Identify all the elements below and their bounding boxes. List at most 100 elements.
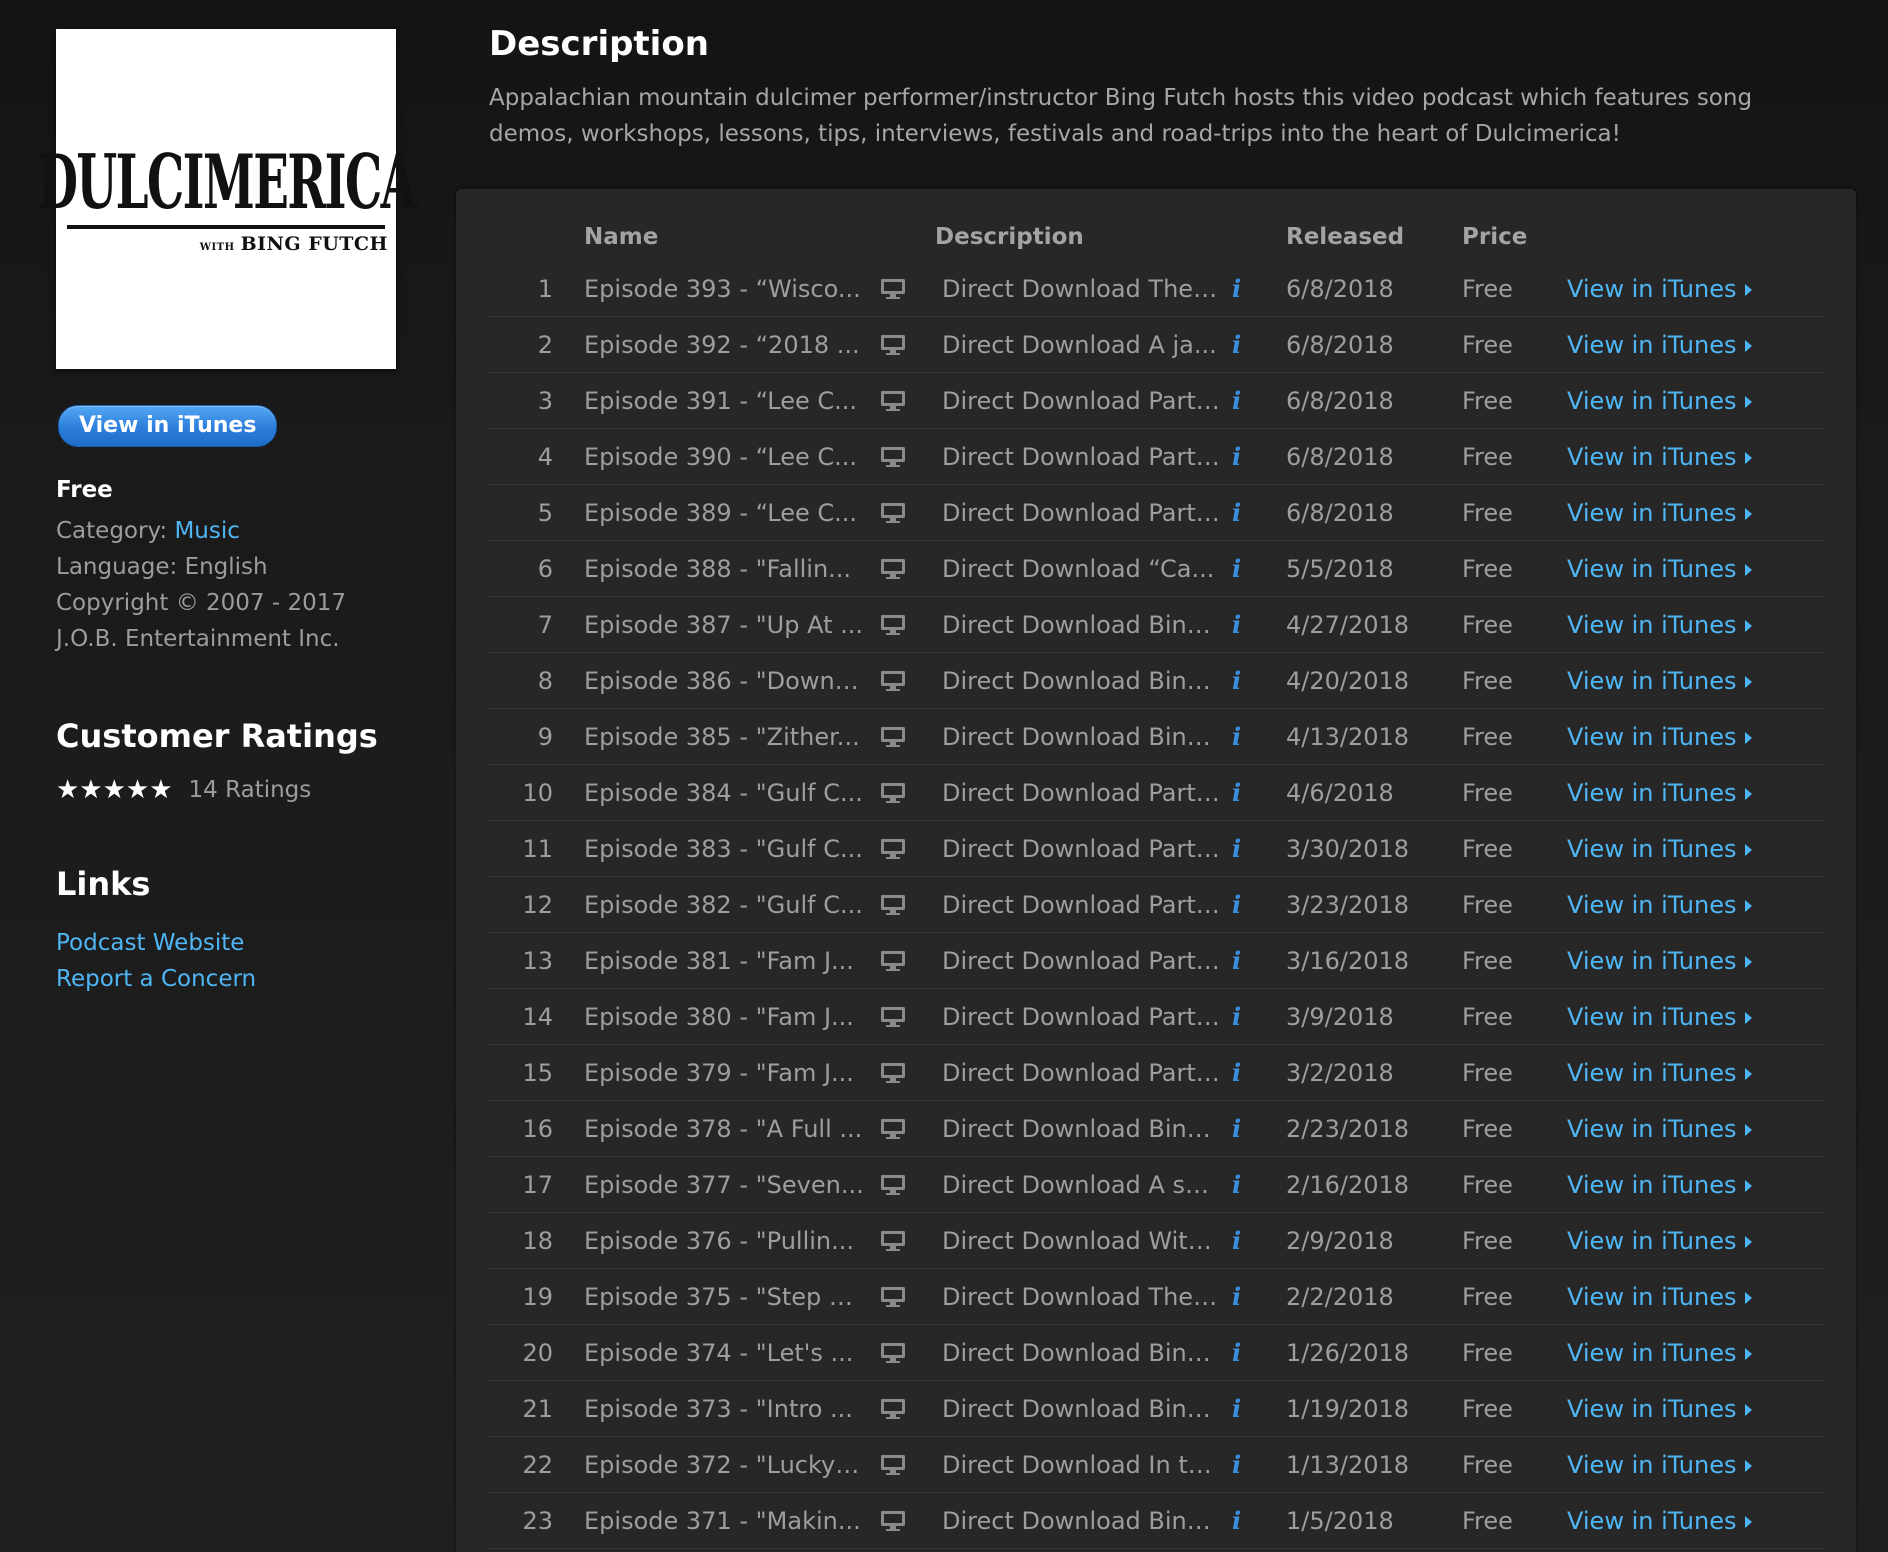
episode-name[interactable]: Episode 372 - "Lucky ... [584,1437,864,1493]
info-icon[interactable]: i [1232,261,1252,317]
episode-name[interactable]: Episode 377 - "Seven... [584,1157,864,1213]
episode-description: Direct Download A ja... [942,331,1217,359]
episode-name[interactable]: Episode 392 - “2018 ... [584,317,864,373]
view-in-itunes-link[interactable]: View in iTunes [1567,933,1767,989]
info-icon[interactable]: i [1232,1045,1252,1101]
info-icon[interactable]: i [1232,1213,1252,1269]
table-row[interactable]: 11 Episode 383 - "Gulf C... Direct Downloa… [0,821,1888,877]
table-row[interactable]: 18 Episode 376 - "Pullin... Direct Downloa… [0,1213,1888,1269]
table-row[interactable]: 19 Episode 375 - "Step B... Direct Downloa… [0,1269,1888,1325]
chevron-right-icon [1745,340,1753,352]
view-in-itunes-link[interactable]: View in iTunes [1567,709,1767,765]
header-price[interactable]: Price [1462,224,1527,250]
episode-name[interactable]: Episode 393 - “Wisco... [584,261,864,317]
video-monitor-icon [880,821,910,877]
header-name[interactable]: Name [584,224,658,250]
table-row[interactable]: 16 Episode 378 - "A Full ... Direct Downlo… [0,1101,1888,1157]
view-in-itunes-link[interactable]: View in iTunes [1567,317,1767,373]
view-in-itunes-link[interactable]: View in iTunes [1567,989,1767,1045]
episode-name[interactable]: Episode 381 - "Fam J... [584,933,864,989]
episode-name[interactable]: Episode 380 - "Fam J... [584,989,864,1045]
table-row[interactable]: 12 Episode 382 - "Gulf C... Direct Downloa… [0,877,1888,933]
view-in-itunes-link[interactable]: View in iTunes [1567,1493,1767,1549]
table-row[interactable]: 9 Episode 385 - "Zither... Direct Download… [0,709,1888,765]
view-in-itunes-link[interactable]: View in iTunes [1567,765,1767,821]
episode-released: 3/9/2018 [1286,1003,1394,1031]
view-in-itunes-link[interactable]: View in iTunes [1567,1437,1767,1493]
info-icon[interactable]: i [1232,1437,1252,1493]
info-icon[interactable]: i [1232,1157,1252,1213]
info-icon[interactable]: i [1232,1101,1252,1157]
view-in-itunes-link[interactable]: View in iTunes [1567,653,1767,709]
info-icon[interactable]: i [1232,821,1252,877]
table-row[interactable]: 21 Episode 373 - "Intro ... Direct Downloa… [0,1381,1888,1437]
header-description[interactable]: Description [935,224,1084,250]
info-icon[interactable]: i [1232,1269,1252,1325]
episode-name[interactable]: Episode 385 - "Zither... [584,709,864,765]
table-row[interactable]: 10 Episode 384 - "Gulf C... Direct Downloa… [0,765,1888,821]
table-row[interactable]: 14 Episode 380 - "Fam J... Direct Download… [0,989,1888,1045]
info-icon[interactable]: i [1232,485,1252,541]
episode-name[interactable]: Episode 371 - "Makin... [584,1493,864,1549]
info-icon[interactable]: i [1232,429,1252,485]
table-row[interactable]: 23 Episode 371 - "Makin... Direct Download… [0,1493,1888,1549]
table-row[interactable]: 1 Episode 393 - “Wisco... Direct Download … [0,261,1888,317]
episode-name[interactable]: Episode 384 - "Gulf C... [584,765,864,821]
episode-name[interactable]: Episode 373 - "Intro ... [584,1381,864,1437]
view-in-itunes-link[interactable]: View in iTunes [1567,261,1767,317]
view-in-itunes-link[interactable]: View in iTunes [1567,541,1767,597]
view-in-itunes-link[interactable]: View in iTunes [1567,1381,1767,1437]
view-in-itunes-link[interactable]: View in iTunes [1567,597,1767,653]
episode-name[interactable]: Episode 390 - “Lee C... [584,429,864,485]
info-icon[interactable]: i [1232,877,1252,933]
view-in-itunes-link[interactable]: View in iTunes [1567,1269,1767,1325]
view-in-itunes-link[interactable]: View in iTunes [1567,1157,1767,1213]
table-row[interactable]: 6 Episode 388 - "Fallin... Direct Download… [0,541,1888,597]
view-in-itunes-link[interactable]: View in iTunes [1567,1045,1767,1101]
view-in-itunes-link[interactable]: View in iTunes [1567,485,1767,541]
info-icon[interactable]: i [1232,1381,1252,1437]
table-row[interactable]: 5 Episode 389 - “Lee C... Direct Download … [0,485,1888,541]
info-icon[interactable]: i [1232,653,1252,709]
view-in-itunes-link[interactable]: View in iTunes [1567,1101,1767,1157]
header-released[interactable]: Released [1286,224,1404,250]
view-in-itunes-link[interactable]: View in iTunes [1567,429,1767,485]
view-in-itunes-link[interactable]: View in iTunes [1567,373,1767,429]
info-icon[interactable]: i [1232,1325,1252,1381]
info-icon[interactable]: i [1232,317,1252,373]
episode-name[interactable]: Episode 388 - "Fallin... [584,541,864,597]
info-icon[interactable]: i [1232,989,1252,1045]
view-in-itunes-link[interactable]: View in iTunes [1567,1213,1767,1269]
episode-name[interactable]: Episode 382 - "Gulf C... [584,877,864,933]
table-row[interactable]: 15 Episode 379 - "Fam J... Direct Download… [0,1045,1888,1101]
info-icon[interactable]: i [1232,709,1252,765]
episode-name[interactable]: Episode 386 - "Down ... [584,653,864,709]
table-row[interactable]: 17 Episode 377 - "Seven... Direct Download… [0,1157,1888,1213]
episode-name[interactable]: Episode 383 - "Gulf C... [584,821,864,877]
info-icon[interactable]: i [1232,933,1252,989]
episode-name[interactable]: Episode 374 - "Let's ... [584,1325,864,1381]
table-row[interactable]: 2 Episode 392 - “2018 ... Direct Download … [0,317,1888,373]
info-icon[interactable]: i [1232,373,1252,429]
episode-name[interactable]: Episode 376 - "Pullin... [584,1213,864,1269]
info-icon[interactable]: i [1232,597,1252,653]
episode-name[interactable]: Episode 389 - “Lee C... [584,485,864,541]
info-icon[interactable]: i [1232,1493,1252,1549]
table-row[interactable]: 4 Episode 390 - “Lee C... Direct Download … [0,429,1888,485]
table-row[interactable]: 13 Episode 381 - "Fam J... Direct Download… [0,933,1888,989]
view-in-itunes-link[interactable]: View in iTunes [1567,821,1767,877]
info-icon[interactable]: i [1232,765,1252,821]
table-row[interactable]: 3 Episode 391 - “Lee C... Direct Download … [0,373,1888,429]
view-in-itunes-link[interactable]: View in iTunes [1567,877,1767,933]
episode-name[interactable]: Episode 378 - "A Full ... [584,1101,864,1157]
table-row[interactable]: 7 Episode 387 - "Up At ... Direct Download… [0,597,1888,653]
episode-name[interactable]: Episode 387 - "Up At ... [584,597,864,653]
table-row[interactable]: 8 Episode 386 - "Down ... Direct Download … [0,653,1888,709]
episode-name[interactable]: Episode 375 - "Step B... [584,1269,864,1325]
episode-name[interactable]: Episode 391 - “Lee C... [584,373,864,429]
table-row[interactable]: 20 Episode 374 - "Let's ... Direct Downloa… [0,1325,1888,1381]
table-row[interactable]: 22 Episode 372 - "Lucky ... Direct Downloa… [0,1437,1888,1493]
episode-name[interactable]: Episode 379 - "Fam J... [584,1045,864,1101]
info-icon[interactable]: i [1232,541,1252,597]
view-in-itunes-link[interactable]: View in iTunes [1567,1325,1767,1381]
